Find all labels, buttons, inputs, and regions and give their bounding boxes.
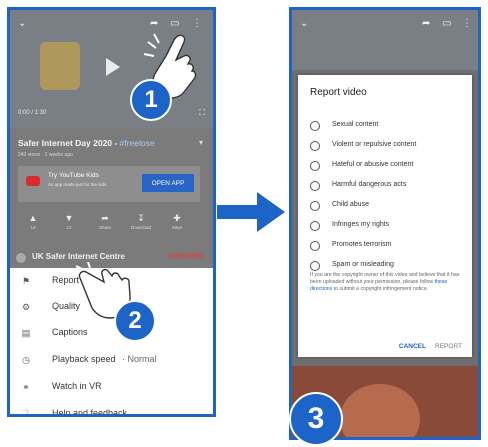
- right-phone-screen: ⌄ ➦ ▭ ⋮ Report video Sexual content Viol…: [289, 7, 481, 440]
- option-label: Harmful dangerous acts: [332, 181, 407, 188]
- menu-item-playback-speed[interactable]: ◷ Playback speed · Normal: [10, 349, 213, 371]
- captions-icon: ▤: [21, 328, 31, 338]
- option-label: Child abuse: [332, 201, 369, 208]
- save-icon: ✚: [173, 213, 181, 223]
- radio-button[interactable]: [310, 141, 320, 151]
- report-button[interactable]: REPORT: [435, 343, 462, 350]
- video-player: ⌄ ➦ ▭ ⋮: [292, 10, 478, 70]
- promo-title: Try YouTube Kids: [48, 172, 99, 179]
- like-count: 13: [30, 225, 36, 230]
- radio-button[interactable]: [310, 161, 320, 171]
- dislike-count: 12: [66, 225, 72, 230]
- copyright-notice: If you are the copyright owner of this v…: [310, 272, 465, 293]
- cast-icon: ▭: [442, 18, 452, 29]
- option-label: Hateful or abusive content: [332, 161, 414, 168]
- save-label: Save: [171, 225, 183, 230]
- gear-icon: ⚙: [21, 302, 31, 312]
- chevron-down-icon[interactable]: ▾: [199, 138, 203, 147]
- download-icon: ↧: [137, 213, 145, 223]
- video-info: Safer Internet Day 2020 - #freelose ▾ 24…: [10, 128, 213, 268]
- video-time: 0:00 / 1:30: [18, 110, 47, 116]
- share-icon[interactable]: ➦: [150, 18, 158, 30]
- avatar[interactable]: [16, 253, 26, 263]
- report-option-terrorism[interactable]: Promotes terrorism: [310, 239, 465, 255]
- youtube-kids-promo: Try YouTube Kids An app made just for th…: [18, 166, 200, 202]
- player-top-controls: ⌄ ➦ ▭ ⋮: [292, 18, 478, 32]
- more-options-icon: ⋮: [462, 18, 472, 29]
- report-option-child-abuse[interactable]: Child abuse: [310, 199, 465, 215]
- step-badge-3: 3: [289, 392, 343, 446]
- subscribe-button[interactable]: SUBSCRIBE: [168, 254, 203, 260]
- youtube-kids-logo-icon: [26, 176, 40, 186]
- menu-item-label: Watch in VR: [52, 381, 102, 391]
- video-title-text: Safer Internet Day 2020 -: [18, 138, 120, 148]
- step-badge-2: 2: [114, 300, 156, 342]
- cancel-button[interactable]: CANCEL: [399, 343, 426, 350]
- face-image: [340, 384, 420, 437]
- more-options-icon[interactable]: ⋮: [192, 18, 202, 30]
- collapse-icon[interactable]: ⌄: [18, 18, 26, 30]
- report-video-dialog: Report video Sexual content Violent or r…: [298, 75, 472, 357]
- radio-button[interactable]: [310, 201, 320, 211]
- collapse-icon: ⌄: [300, 18, 309, 29]
- video-title: Safer Internet Day 2020 - #freelose: [18, 138, 155, 148]
- radio-button[interactable]: [310, 221, 320, 231]
- radio-button[interactable]: [310, 121, 320, 131]
- option-label: Infringes my rights: [332, 221, 390, 228]
- vr-icon: ⚭: [22, 382, 30, 392]
- report-option-infringes-rights[interactable]: Infringes my rights: [310, 219, 465, 235]
- promo-subtitle: An app made just for the kids.: [48, 182, 108, 187]
- download-button[interactable]: ↧ Download: [126, 212, 156, 231]
- fullscreen-icon[interactable]: ⛶: [199, 108, 205, 118]
- dislike-button[interactable]: ▼ 12: [54, 212, 84, 231]
- option-label: Promotes terrorism: [332, 241, 392, 248]
- radio-button[interactable]: [310, 181, 320, 191]
- share-button[interactable]: ➦ Share: [90, 212, 120, 231]
- dialog-title: Report video: [310, 87, 367, 98]
- step-badge-1: 1: [130, 79, 172, 121]
- menu-item-label: Playback speed: [52, 354, 116, 364]
- like-button[interactable]: ▲ 13: [18, 212, 48, 231]
- report-option-hateful-content[interactable]: Hateful or abusive content: [310, 159, 465, 175]
- right-arrow-icon: [217, 192, 285, 232]
- playback-speed-icon: ◷: [22, 355, 30, 365]
- radio-button[interactable]: [310, 261, 320, 271]
- option-label: Violent or repulsive content: [332, 141, 417, 148]
- play-icon[interactable]: [106, 58, 120, 76]
- menu-item-watch-in-vr[interactable]: ⚭ Watch in VR: [10, 376, 213, 398]
- radio-button[interactable]: [310, 241, 320, 251]
- thumbs-down-icon: ▼: [64, 213, 74, 223]
- download-label: Download: [130, 225, 151, 230]
- share-label: Share: [98, 225, 111, 230]
- open-app-button[interactable]: OPEN APP: [142, 174, 194, 192]
- menu-item-help[interactable]: ❔ Help and feedback: [10, 403, 213, 417]
- save-button[interactable]: ✚ Save: [162, 212, 192, 231]
- notice-text-end: to submit a copyright infringement notic…: [332, 286, 429, 292]
- option-label: Spam or misleading: [332, 261, 394, 268]
- action-bar: ▲ 13 ▼ 12 ➦ Share ↧ Download ✚ Save: [10, 212, 213, 246]
- option-label: Sexual content: [332, 121, 379, 128]
- share-icon: ➦: [422, 18, 431, 29]
- video-hashtag[interactable]: #freelose: [120, 138, 155, 148]
- cast-icon[interactable]: ▭: [170, 18, 179, 30]
- report-option-sexual-content[interactable]: Sexual content: [310, 119, 465, 135]
- menu-item-label: Help and feedback: [52, 408, 128, 417]
- flag-icon: ⚑: [21, 276, 31, 286]
- video-thumbnail: [40, 42, 80, 90]
- report-option-harmful-acts[interactable]: Harmful dangerous acts: [310, 179, 465, 195]
- thumbs-up-icon: ▲: [28, 213, 38, 223]
- help-icon: ❔: [20, 409, 32, 417]
- playback-speed-value: · Normal: [122, 354, 157, 364]
- report-option-violent-content[interactable]: Violent or repulsive content: [310, 139, 465, 155]
- share-icon: ➦: [101, 213, 109, 223]
- channel-name[interactable]: UK Safer Internet Centre: [32, 252, 125, 261]
- video-meta: 240 views · 2 weeks ago: [18, 152, 73, 158]
